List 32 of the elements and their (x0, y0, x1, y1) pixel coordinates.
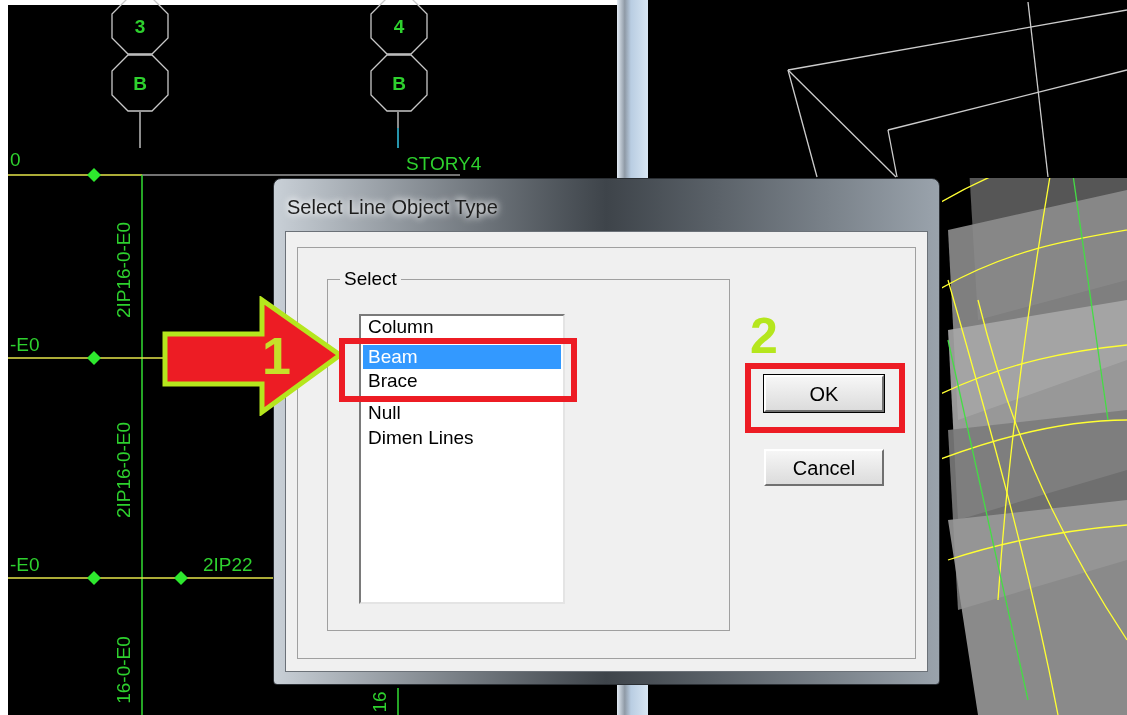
member-label: 2IP16-0-E0 (113, 221, 134, 319)
grid-bubble (370, 54, 428, 112)
list-item[interactable]: Brace (363, 369, 561, 393)
member-label: 16 (369, 691, 390, 713)
member-label: 16-0-E0 (113, 636, 134, 704)
joint-marker (87, 351, 101, 365)
frame-line (139, 111, 141, 149)
bubble-label: B (133, 73, 147, 94)
member-label: 2IP22 (203, 554, 253, 575)
bubble-label: 4 (393, 16, 405, 37)
member-label: -E0 (10, 554, 40, 575)
joint-marker (87, 571, 101, 585)
list-item[interactable]: Null (363, 401, 561, 425)
grid-bubble (111, 0, 169, 55)
frame-line (397, 687, 399, 715)
list-item[interactable]: Column (363, 316, 561, 337)
bubble-label: 3 (134, 16, 146, 37)
member-label: STORY4 (406, 153, 482, 174)
grid-bubble (370, 0, 428, 55)
bubble-label: B (392, 73, 406, 94)
step-number: 1 (262, 328, 291, 384)
joint-marker (174, 571, 188, 585)
member-label: -E0 (10, 334, 40, 355)
list-item[interactable]: Dimen Lines (363, 425, 561, 450)
member-label: 0 (10, 149, 21, 170)
grid-bubble (111, 54, 169, 112)
step-number: 2 (750, 310, 778, 362)
joint-marker (87, 168, 101, 182)
ok-button[interactable]: OK (764, 375, 884, 412)
member-label: 2IP16-0-E0 (113, 421, 134, 519)
cancel-button[interactable]: Cancel (764, 449, 884, 486)
window-title: Select Line Object Type (286, 195, 499, 220)
